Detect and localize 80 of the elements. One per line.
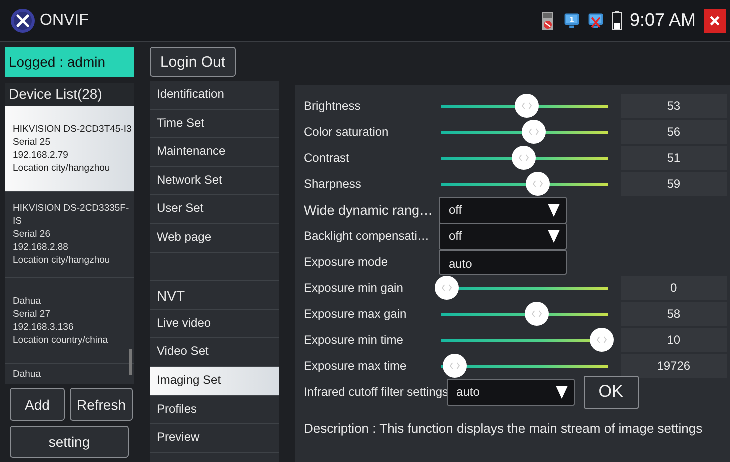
slider-thumb[interactable] bbox=[526, 172, 550, 196]
dropdown-value: off bbox=[449, 229, 462, 243]
setting-label: Exposure min gain bbox=[304, 281, 404, 295]
dropdown[interactable]: off bbox=[439, 196, 567, 224]
dropdown-value: off bbox=[449, 203, 462, 217]
menu-item[interactable]: Maintenance bbox=[150, 138, 279, 167]
close-button[interactable] bbox=[704, 8, 726, 32]
setting-label: Brightness bbox=[304, 99, 362, 113]
login-out-button[interactable]: Login Out bbox=[150, 47, 236, 77]
value-field[interactable]: 53 bbox=[620, 94, 727, 118]
sd-card-icon bbox=[540, 10, 556, 30]
device-name: Dahua bbox=[13, 368, 42, 381]
add-button[interactable]: Add bbox=[10, 388, 65, 421]
device-location: Location city/hangzhou bbox=[13, 162, 112, 174]
device-ip: 192.168.2.79 bbox=[13, 148, 70, 162]
description-text: Description : This function displays the main stream of image settings bbox=[304, 421, 704, 436]
device-name: Dahua bbox=[13, 294, 42, 308]
slider-thumb[interactable] bbox=[515, 94, 540, 118]
slider-thumb[interactable] bbox=[590, 328, 614, 352]
menu-item[interactable]: User Set bbox=[150, 195, 279, 224]
device-name: HIKVISION DS-2CD3T45-I3 bbox=[13, 122, 132, 136]
setting-label: Color saturation bbox=[304, 125, 390, 139]
slider-thumb[interactable] bbox=[435, 276, 459, 300]
setting-label: Exposure max time bbox=[304, 359, 408, 373]
clock-time: 9:07 AM bbox=[630, 10, 696, 31]
menu-item[interactable]: Live video bbox=[150, 310, 279, 338]
setting-label: Backlight compensati… bbox=[304, 229, 430, 243]
slider-thumb[interactable] bbox=[522, 120, 546, 144]
setting-label: Infrared cutoff filter settings bbox=[304, 385, 449, 399]
value-field[interactable]: 10 bbox=[620, 328, 727, 352]
dropdown[interactable]: off bbox=[439, 222, 567, 250]
device-serial: Serial 26 bbox=[13, 228, 52, 241]
value-field[interactable]: 58 bbox=[620, 302, 727, 326]
setting-label: Wide dynamic rang… bbox=[304, 202, 434, 218]
device-location: Location city/hangzhou bbox=[13, 254, 112, 267]
device-location: Location country/china bbox=[13, 334, 110, 346]
value-field[interactable]: 59 bbox=[620, 172, 727, 196]
menu-section-header: NVT bbox=[150, 281, 279, 310]
setting-button[interactable]: setting bbox=[10, 426, 129, 458]
menu-item[interactable]: Imaging Set bbox=[150, 366, 279, 396]
menu-item[interactable]: Time Set bbox=[150, 110, 279, 138]
close-icon bbox=[708, 14, 722, 28]
ok-button[interactable]: OK bbox=[584, 376, 639, 408]
caret-icon bbox=[548, 204, 560, 216]
slider-thumb[interactable] bbox=[442, 354, 467, 378]
scrollbar bbox=[129, 349, 132, 375]
dropdown-value: auto bbox=[456, 385, 480, 399]
input-field[interactable]: auto bbox=[439, 250, 567, 274]
device-ip: 192.168.2.88 bbox=[13, 241, 70, 254]
setting-label: Contrast bbox=[304, 151, 350, 165]
value-field[interactable]: 51 bbox=[620, 146, 727, 170]
menu-item[interactable]: Preview bbox=[150, 424, 279, 453]
refresh-button[interactable]: Refresh bbox=[70, 388, 133, 421]
menu-item[interactable]: Profiles bbox=[150, 396, 279, 424]
device-serial: Serial 27 bbox=[13, 308, 52, 320]
slider-thumb[interactable] bbox=[512, 146, 536, 170]
menu-item[interactable]: Web page bbox=[150, 224, 279, 253]
setting-label: Exposure min time bbox=[304, 333, 404, 347]
app-title: ONVIF bbox=[40, 12, 89, 30]
setting-label: Exposure mode bbox=[304, 255, 390, 269]
caret-icon bbox=[548, 230, 560, 242]
value-field[interactable]: 56 bbox=[620, 120, 727, 144]
setting-label: Sharpness bbox=[304, 177, 362, 191]
device-item[interactable]: HIKVISION DS-2CD3335F-IS Serial 26 192.168.2.88 Location city/hangzhou bbox=[5, 192, 134, 278]
device-ip: 192.168.3.136 bbox=[13, 320, 75, 334]
device-list-header: Device List(28) bbox=[5, 83, 134, 106]
caret-icon bbox=[556, 386, 568, 398]
slider-thumb[interactable] bbox=[524, 302, 549, 326]
value-field[interactable]: 19726 bbox=[620, 354, 727, 378]
logged-in-banner: Logged : admin bbox=[5, 47, 134, 77]
device-item[interactable]: HIKVISION DS-2CD3T45-I3 Serial 25 192.168.2.79 Location city/hangzhou bbox=[5, 106, 134, 192]
device-serial: Serial 25 bbox=[13, 136, 52, 148]
device-name: HIKVISION DS-2CD3335F-IS bbox=[13, 202, 130, 228]
setting-label: Exposure max gain bbox=[304, 307, 408, 321]
menu-item[interactable]: Network Set bbox=[150, 166, 279, 196]
battery-icon bbox=[612, 10, 622, 30]
value-field[interactable]: 0 bbox=[620, 276, 727, 300]
device-item[interactable]: Dahua bbox=[5, 364, 134, 384]
dropdown[interactable]: auto bbox=[446, 378, 575, 406]
menu-item[interactable]: Identification bbox=[150, 81, 279, 110]
